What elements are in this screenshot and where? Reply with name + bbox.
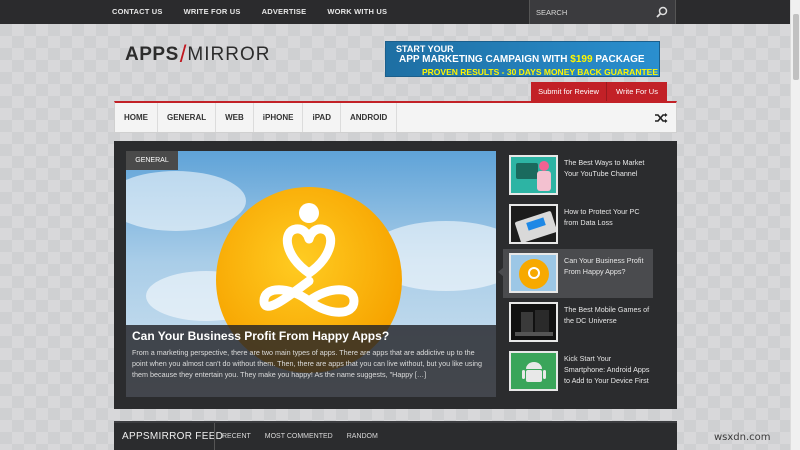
list-item[interactable]: The Best Ways to Market Your YouTube Cha… xyxy=(503,151,653,200)
top-nav-work-with-us[interactable]: WORK WITH US xyxy=(327,0,387,24)
list-item-title: How to Protect Your PC from Data Loss xyxy=(564,207,640,227)
top-nav-contact-us[interactable]: CONTACT US xyxy=(112,0,163,24)
list-item-title: The Best Mobile Games of the DC Universe xyxy=(564,305,650,325)
list-item[interactable]: The Best Mobile Games of the DC Universe xyxy=(503,298,653,347)
logo-mirror-text: MIRROR xyxy=(187,44,271,65)
sky-cloud xyxy=(126,171,246,231)
list-item-active[interactable]: Can Your Business Profit From Happy Apps… xyxy=(503,249,653,298)
nav-web[interactable]: WEB xyxy=(216,103,254,132)
search-icon[interactable] xyxy=(656,6,668,18)
category-badge[interactable]: GENERAL xyxy=(126,151,178,170)
thumbnail-youtube xyxy=(509,155,558,195)
thumb-shape xyxy=(515,332,553,336)
feed-bar: APPSMIRROR FEED RECENT MOST COMMENTED RA… xyxy=(114,421,677,450)
watermark: wsxdn.com xyxy=(714,432,771,443)
banner-ad[interactable]: START YOUR APP MARKETING CAMPAIGN WITH $… xyxy=(385,41,660,77)
thumbnail-data-loss xyxy=(509,204,558,244)
write-for-us-button[interactable]: Write For Us xyxy=(607,82,667,101)
page-scrollbar[interactable] xyxy=(790,0,800,450)
action-buttons: Submit for Review Write For Us xyxy=(531,82,667,101)
top-nav-advertise[interactable]: ADVERTISE xyxy=(262,0,307,24)
happy-apps-emblem-icon xyxy=(259,203,359,317)
logo-apps-text: APPS xyxy=(125,44,179,65)
list-item-title: The Best Ways to Market Your YouTube Cha… xyxy=(564,158,645,178)
banner-line-2-post: PACKAGE xyxy=(592,54,645,65)
tab-recent[interactable]: RECENT xyxy=(214,423,258,450)
nav-android[interactable]: ANDROID xyxy=(341,103,398,132)
banner-price: $199 xyxy=(570,54,593,65)
list-item-title: Kick Start Your Smartphone: Android Apps… xyxy=(564,354,650,385)
scrollbar-thumb[interactable] xyxy=(793,14,799,80)
list-item[interactable]: Kick Start Your Smartphone: Android Apps… xyxy=(503,347,653,396)
thumb-shape xyxy=(528,267,540,279)
top-bar: CONTACT US WRITE FOR US ADVERTISE WORK W… xyxy=(0,0,790,24)
list-item[interactable]: How to Protect Your PC from Data Loss xyxy=(503,200,653,249)
featured-title[interactable]: Can Your Business Profit From Happy Apps… xyxy=(132,329,389,343)
top-nav-write-for-us[interactable]: WRITE FOR US xyxy=(184,0,241,24)
slider-list: The Best Ways to Market Your YouTube Cha… xyxy=(503,151,653,397)
banner-line-3: PROVEN RESULTS - 30 DAYS MONEY BACK GUAR… xyxy=(422,67,658,77)
thumb-shape xyxy=(516,163,538,179)
featured-excerpt: From a marketing perspective, there are … xyxy=(132,348,483,379)
site-logo[interactable]: APPS / MIRROR xyxy=(125,41,270,69)
thumb-shape xyxy=(537,171,551,191)
feed-tabs: RECENT MOST COMMENTED RANDOM xyxy=(214,423,385,450)
featured-slide[interactable]: Can Your Business Profit From Happy Apps… xyxy=(126,151,496,397)
list-item-title: Can Your Business Profit From Happy Apps… xyxy=(564,256,644,276)
banner-line-2-pre: APP MARKETING CAMPAIGN WITH xyxy=(399,54,571,65)
search-box xyxy=(529,0,676,24)
banner-line-1: START YOUR xyxy=(396,44,454,54)
shuffle-icon[interactable] xyxy=(654,112,668,124)
tab-random[interactable]: RANDOM xyxy=(340,423,385,450)
tab-most-commented[interactable]: MOST COMMENTED xyxy=(258,423,340,450)
feed-title: APPSMIRROR FEED xyxy=(122,431,224,442)
main-nav: HOME GENERAL WEB iPHONE iPAD ANDROID xyxy=(114,101,677,133)
nav-iphone[interactable]: iPHONE xyxy=(254,103,304,132)
search-input[interactable] xyxy=(536,5,654,19)
thumbnail-happy-apps xyxy=(509,253,558,293)
top-nav: CONTACT US WRITE FOR US ADVERTISE WORK W… xyxy=(112,0,408,24)
logo-slash: / xyxy=(179,41,187,68)
nav-ipad[interactable]: iPAD xyxy=(303,103,341,132)
thumb-shape xyxy=(539,161,549,171)
android-icon xyxy=(522,362,546,382)
nav-general[interactable]: GENERAL xyxy=(158,103,217,132)
thumbnail-dc-games xyxy=(509,302,558,342)
featured-caption: Can Your Business Profit From Happy Apps… xyxy=(126,325,496,397)
banner-line-2: APP MARKETING CAMPAIGN WITH $199 PACKAGE xyxy=(399,54,645,65)
nav-home[interactable]: HOME xyxy=(115,103,158,132)
submit-for-review-button[interactable]: Submit for Review xyxy=(531,82,607,101)
thumbnail-android xyxy=(509,351,558,391)
